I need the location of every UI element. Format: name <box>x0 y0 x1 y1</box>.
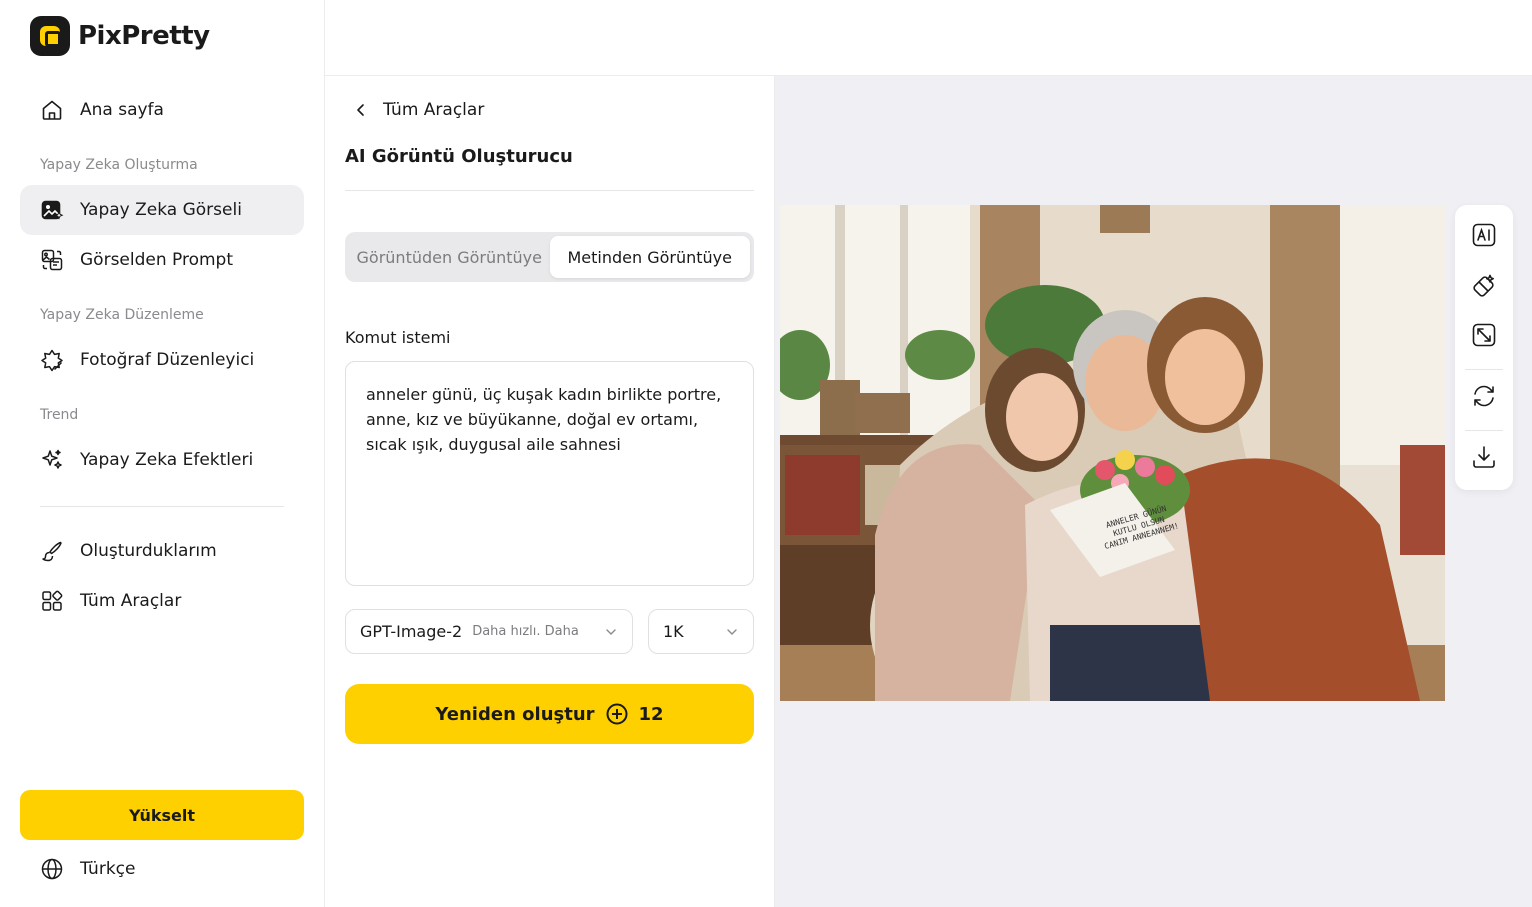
model-select[interactable]: GPT-Image-2 Daha hızlı. Daha <box>345 609 633 654</box>
eraser-tool-button[interactable] <box>1470 272 1498 300</box>
sidebar-item-image-to-prompt[interactable]: Görselden Prompt <box>20 235 304 285</box>
download-icon <box>1473 446 1495 468</box>
regenerate-label: Yeniden oluştur <box>435 703 595 725</box>
sidebar-item-label: Yapay Zeka Efektleri <box>80 450 254 470</box>
sidebar: PixPretty Ana sayfa Yapay Zeka Oluşturma… <box>0 0 325 907</box>
page-title: AI Görüntü Oluşturucu <box>345 146 573 167</box>
app-logo[interactable]: PixPretty <box>30 16 210 56</box>
expand-tool-button[interactable] <box>1470 321 1498 349</box>
sidebar-item-ai-effects[interactable]: Yapay Zeka Efektleri <box>20 435 304 485</box>
brush-icon <box>42 541 62 562</box>
grid-icon <box>42 590 63 611</box>
mode-tabs: Görüntüden Görüntüye Metinden Görüntüye <box>345 232 754 282</box>
chevron-down-icon <box>727 629 737 635</box>
sidebar-item-label: Görselden Prompt <box>80 250 234 270</box>
generated-image[interactable]: ANNELER GÜNÜN KUTLU OLSUN CANIM ANNEANNE… <box>780 205 1445 701</box>
credit-cost: 12 <box>638 703 664 725</box>
generated-photo <box>780 205 1445 701</box>
back-label: Tüm Araçlar <box>383 100 485 120</box>
sidebar-item-ai-image[interactable]: Yapay Zeka Görseli <box>20 185 304 235</box>
panel-divider <box>345 190 754 191</box>
app-name: PixPretty <box>78 21 210 51</box>
regenerate-button[interactable]: Yeniden oluştur 12 <box>345 684 754 744</box>
sidebar-item-label: Tüm Araçlar <box>80 591 182 611</box>
upgrade-button[interactable]: Yükselt <box>20 790 304 840</box>
sidebar-item-my-creations[interactable]: Oluşturduklarım <box>20 526 304 576</box>
ai-text-icon <box>1472 223 1496 247</box>
sidebar-item-label: Yapay Zeka Görseli <box>80 200 242 220</box>
tab-text-to-image[interactable]: Metinden Görüntüye <box>549 236 750 278</box>
toolbar-divider <box>1465 430 1503 431</box>
tab-image-to-image[interactable]: Görüntüden Görüntüye <box>349 236 550 278</box>
chevron-left-icon <box>357 104 364 116</box>
preview-canvas: ANNELER GÜNÜN KUTLU OLSUN CANIM ANNEANNE… <box>775 76 1532 907</box>
resolution-value: 1K <box>663 622 684 641</box>
regenerate-tool-button[interactable] <box>1470 382 1498 410</box>
sidebar-item-home[interactable]: Ana sayfa <box>20 85 304 135</box>
refresh-icon <box>1474 385 1494 407</box>
toolbar-divider <box>1465 369 1503 370</box>
language-selector[interactable]: Türkçe <box>20 844 304 894</box>
sidebar-item-label: Oluşturduklarım <box>80 541 217 561</box>
model-description: Daha hızlı. Daha <box>472 624 579 639</box>
back-link[interactable]: Tüm Araçlar <box>353 100 484 120</box>
home-icon <box>42 100 62 120</box>
language-label: Türkçe <box>80 859 136 879</box>
ai-tool-button[interactable] <box>1470 221 1498 249</box>
section-label-edit: Yapay Zeka Düzenleme <box>40 307 204 323</box>
image-to-prompt-icon <box>41 249 63 271</box>
sidebar-item-label: Fotoğraf Düzenleyici <box>80 350 255 370</box>
credit-icon <box>606 703 628 725</box>
image-toolbar <box>1455 205 1513 490</box>
eraser-icon <box>1473 274 1494 297</box>
download-tool-button[interactable] <box>1470 443 1498 471</box>
top-bar <box>325 0 1532 76</box>
chevron-down-icon <box>606 629 616 635</box>
sidebar-item-photo-editor[interactable]: Fotoğraf Düzenleyici <box>20 335 304 385</box>
logo-icon <box>30 16 70 56</box>
sidebar-item-all-tools[interactable]: Tüm Araçlar <box>20 576 304 626</box>
globe-icon <box>41 858 63 880</box>
sidebar-divider <box>40 506 284 507</box>
sidebar-item-label: Ana sayfa <box>80 100 164 120</box>
sparkles-icon <box>42 449 62 469</box>
resolution-select[interactable]: 1K <box>648 609 754 654</box>
model-name: GPT-Image-2 <box>360 622 463 641</box>
section-label-trend: Trend <box>40 407 79 423</box>
prompt-input[interactable] <box>345 361 754 586</box>
photo-editor-icon <box>41 349 63 372</box>
prompt-label: Komut istemi <box>345 328 451 347</box>
tool-panel: Tüm Araçlar AI Görüntü Oluşturucu Görünt… <box>325 76 775 907</box>
section-label-create: Yapay Zeka Oluşturma <box>40 157 198 173</box>
ai-image-icon <box>41 200 64 220</box>
expand-icon <box>1472 323 1496 347</box>
